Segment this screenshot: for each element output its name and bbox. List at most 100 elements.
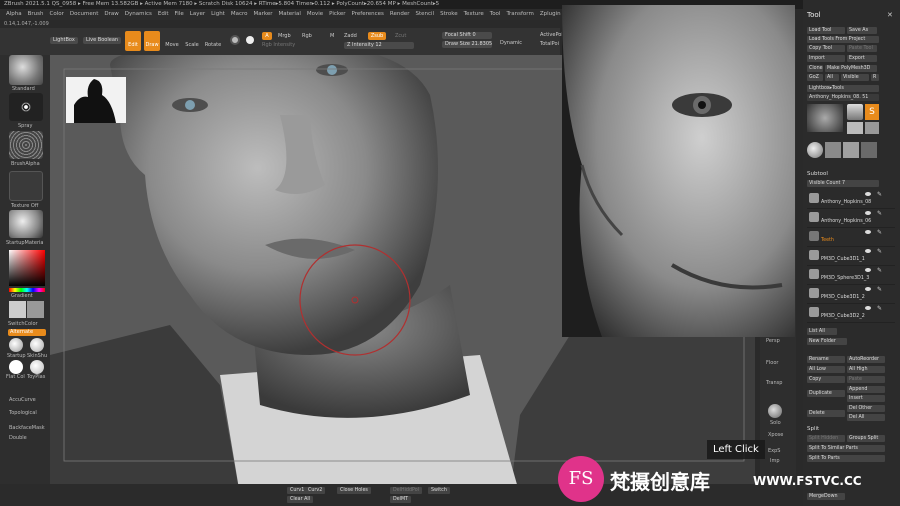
skinshade-sphere-icon[interactable]	[30, 338, 44, 352]
material-sphere-icon[interactable]	[230, 35, 240, 45]
xpose-button[interactable]: Xpose	[768, 432, 783, 438]
all-high-button[interactable]: All High	[847, 366, 885, 373]
lightbox-tools-button[interactable]: Lightbox▸Tools	[807, 85, 879, 92]
del-other-button[interactable]: Del Other	[847, 405, 885, 412]
eye-icon[interactable]	[865, 287, 871, 291]
subtool-row[interactable]: PM3D_Cube3D1_1 ✎	[807, 247, 895, 266]
current-tool-slider[interactable]: Anthony_Hopkins_08. 51	[807, 94, 879, 101]
exps-button[interactable]: ExpS	[768, 448, 780, 454]
mrgb-button[interactable]: Mrgb	[278, 33, 291, 39]
floor-button[interactable]: Floor	[766, 360, 778, 366]
visible-button[interactable]: Visible	[841, 74, 869, 81]
clone-button[interactable]: Clone	[807, 65, 823, 72]
del-mt-button[interactable]: DelMT	[390, 496, 412, 503]
menu-item-stroke[interactable]: Stroke	[440, 9, 458, 20]
rgb-button[interactable]: Rgb	[302, 33, 312, 39]
menu-item-document[interactable]: Document	[70, 9, 99, 20]
tool-header[interactable]: Tool	[807, 11, 821, 19]
persp-button[interactable]: Persp	[766, 338, 780, 344]
append-button[interactable]: Append	[847, 386, 885, 393]
texture-off-icon[interactable]	[9, 171, 43, 201]
toy-plastic-sphere-icon[interactable]	[30, 360, 44, 374]
subtool-row[interactable]: Anthony_Hopkins_06 ✎	[807, 209, 895, 228]
menu-item-movie[interactable]: Movie	[307, 9, 323, 20]
a-button[interactable]: A	[262, 32, 272, 40]
delete-button[interactable]: Delete	[807, 410, 845, 417]
menu-item-alpha[interactable]: Alpha	[6, 9, 22, 20]
draw-button[interactable]: Draw	[144, 31, 160, 51]
z-intensity-slider[interactable]: Z Intensity 12	[344, 42, 414, 49]
subtool-thumbnail[interactable]	[825, 142, 841, 158]
backface-mask-button[interactable]: BackfaceMask	[9, 425, 45, 431]
dynamic-button[interactable]: Dynamic	[500, 40, 522, 46]
menu-item-render[interactable]: Render	[390, 9, 410, 20]
rotate-button[interactable]: Rotate	[204, 42, 222, 48]
all-button[interactable]: All	[825, 74, 839, 81]
startup-material-sphere-icon[interactable]	[9, 338, 23, 352]
cylinder-thumbnail[interactable]	[847, 104, 863, 120]
subtool-row[interactable]: PM3D_Sphere3D1_3 ✎	[807, 266, 895, 285]
menu-item-draw[interactable]: Draw	[104, 9, 118, 20]
zsub-button[interactable]: Zsub	[368, 32, 386, 40]
brush-icon[interactable]: ✎	[877, 305, 882, 312]
paste-button[interactable]: Paste	[847, 376, 885, 383]
subtool-row[interactable]: Anthony_Hopkins_08 ✎	[807, 190, 895, 209]
copy-tool-button[interactable]: Copy Tool	[807, 45, 845, 52]
duplicate-button[interactable]: Duplicate	[807, 390, 845, 397]
menu-item-picker[interactable]: Picker	[329, 9, 345, 20]
current-tool-thumbnail[interactable]	[807, 104, 843, 132]
save-as-button[interactable]: Save As	[847, 27, 877, 34]
menu-item-zplugin[interactable]: Zplugin	[540, 9, 561, 20]
brush-alpha-icon[interactable]	[9, 131, 43, 159]
pm3d-thumbnail[interactable]	[843, 142, 859, 158]
paste-tool-button[interactable]: Paste Tool	[847, 45, 877, 52]
insert-button[interactable]: Insert	[847, 395, 885, 402]
live-boolean-button[interactable]: Live Boolean	[83, 37, 122, 44]
subtool-row[interactable]: Teeth ✎	[807, 228, 895, 247]
spray-stroke-icon[interactable]	[9, 93, 43, 121]
all-low-button[interactable]: All Low	[807, 366, 845, 373]
import-button[interactable]: Import	[807, 55, 845, 62]
new-folder-button[interactable]: New Folder	[807, 338, 847, 345]
draw-size-slider[interactable]: Draw Size 21.8305	[442, 41, 492, 48]
eye-icon[interactable]	[865, 192, 871, 196]
move-button[interactable]: Move	[164, 42, 180, 48]
startup-material-icon[interactable]	[9, 210, 43, 238]
switch-button[interactable]: Switch	[428, 487, 450, 494]
topological-button[interactable]: Topological	[9, 410, 37, 416]
brush-icon[interactable]: ✎	[877, 191, 882, 198]
menu-item-transform[interactable]: Transform	[506, 9, 533, 20]
main-color-swatch[interactable]	[9, 301, 26, 318]
alternate-button[interactable]: Alternate	[8, 329, 46, 336]
edit-button[interactable]: Edit	[125, 31, 141, 51]
brush-icon[interactable]: ✎	[877, 248, 882, 255]
curve2-button[interactable]: Curv2	[305, 487, 326, 494]
brush-icon[interactable]: ✎	[877, 286, 882, 293]
menu-item-tool[interactable]: Tool	[490, 9, 501, 20]
sphere-thumbnail[interactable]	[807, 142, 823, 158]
list-all-button[interactable]: List All	[807, 328, 837, 335]
r-button[interactable]: R	[871, 74, 879, 81]
anthony-thumbnail[interactable]	[861, 142, 877, 158]
polymesh-thumbnail[interactable]	[847, 122, 863, 134]
visible-count-slider[interactable]: Visible Count 7	[807, 180, 879, 187]
zadd-button[interactable]: Zadd	[344, 33, 357, 39]
menu-item-brush[interactable]: Brush	[28, 9, 44, 20]
flat-color-sphere-icon[interactable]	[9, 360, 23, 374]
double-button[interactable]: Double	[9, 435, 27, 441]
color-sphere-icon[interactable]	[246, 36, 254, 44]
color-picker[interactable]	[9, 250, 45, 286]
brush-icon[interactable]: ✎	[877, 210, 882, 217]
accucurve-button[interactable]: AccuCurve	[9, 397, 36, 403]
brush-icon[interactable]: ✎	[877, 229, 882, 236]
menu-item-layer[interactable]: Layer	[190, 9, 205, 20]
rename-button[interactable]: Rename	[807, 356, 845, 363]
menu-item-light[interactable]: Light	[211, 9, 225, 20]
close-holes-button[interactable]: Close Holes	[337, 487, 371, 494]
brush-icon[interactable]: ✎	[877, 267, 882, 274]
eye-icon[interactable]	[865, 306, 871, 310]
menu-item-dynamics[interactable]: Dynamics	[125, 9, 152, 20]
goz-button[interactable]: GoZ	[807, 74, 823, 81]
m-button[interactable]: M	[330, 33, 334, 39]
del-hidden-button[interactable]: DelHiddPol	[390, 487, 422, 494]
